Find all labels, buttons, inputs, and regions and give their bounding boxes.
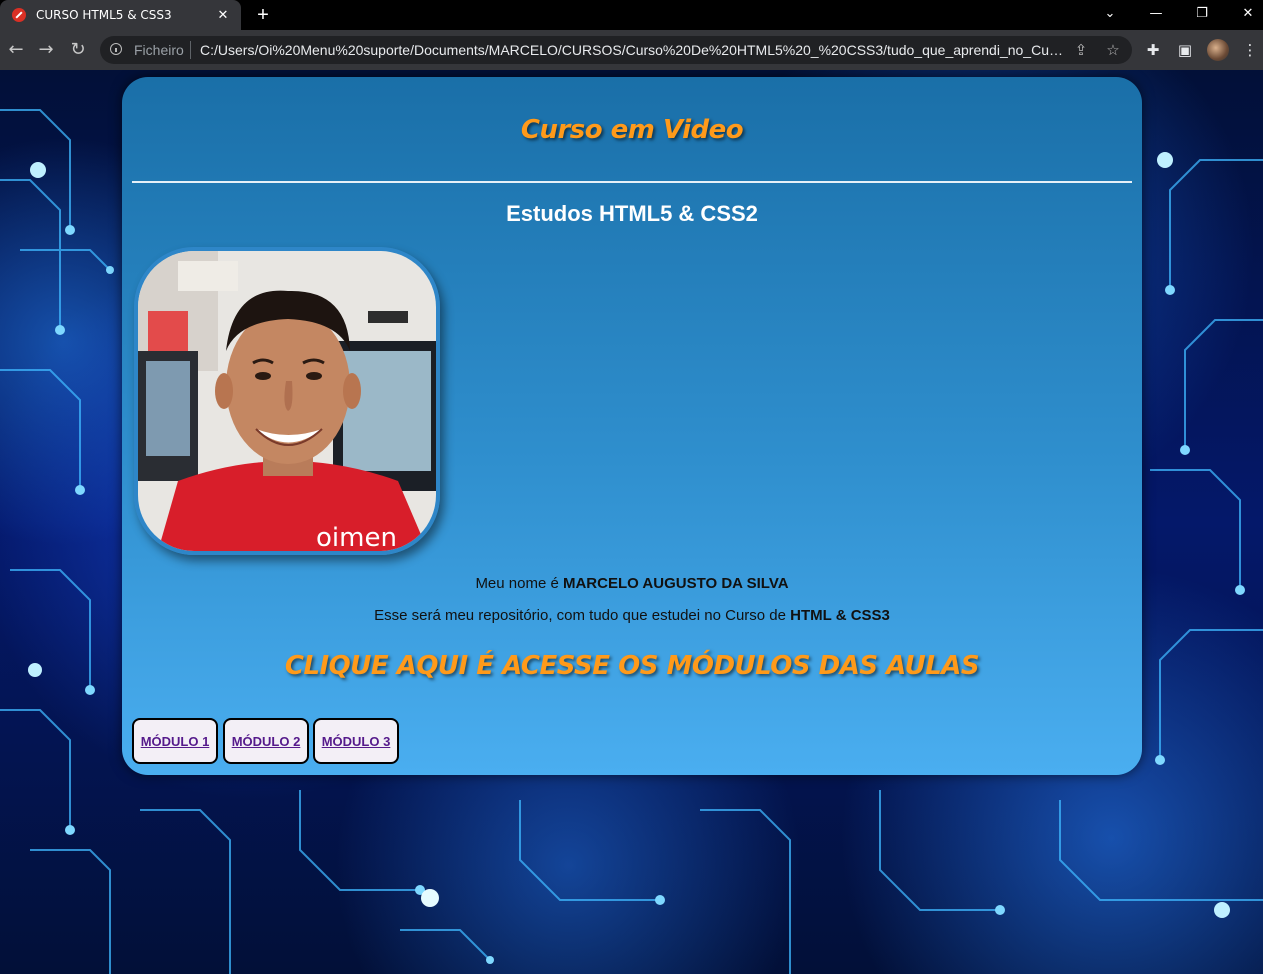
close-tab-icon[interactable]: ✕ [214, 6, 232, 24]
page-viewport: Curso em Video Estudos HTML5 & CSS2 oime… [0, 70, 1263, 974]
content-card: Curso em Video Estudos HTML5 & CSS2 oime… [122, 77, 1142, 775]
module-3-link[interactable]: MÓDULO 3 [322, 734, 391, 749]
browser-toolbar: ← → ↻ Ficheiro C:/Users/Oi%20Menu%20supo… [0, 30, 1263, 70]
info-icon[interactable] [110, 43, 122, 55]
repo-prefix: Esse será meu repositório, com tudo que … [374, 607, 791, 624]
photo-caption: oimen [316, 523, 397, 551]
new-tab-button[interactable]: + [252, 4, 274, 26]
module-1-link[interactable]: MÓDULO 1 [141, 734, 210, 749]
minimize-icon[interactable]: — [1133, 0, 1179, 30]
sidepanel-icon[interactable]: ▣ [1174, 39, 1196, 61]
forward-icon[interactable]: → [34, 38, 58, 62]
origin-label: Ficheiro [134, 42, 184, 58]
header-divider [132, 181, 1132, 183]
close-window-icon[interactable]: ✕ [1225, 0, 1263, 30]
brand-title: Curso em Video [520, 115, 744, 145]
repo-line: Esse será meu repositório, com tudo que … [122, 607, 1142, 624]
address-bar[interactable]: Ficheiro C:/Users/Oi%20Menu%20suporte/Do… [100, 36, 1132, 64]
maximize-icon[interactable]: ❐ [1179, 0, 1225, 30]
page-subtitle: Estudos HTML5 & CSS2 [506, 201, 758, 226]
cta-heading: CLIQUE AQUI É ACESSE OS MÓDULOS DAS AULA… [284, 651, 980, 681]
module-2-button[interactable]: MÓDULO 2 [223, 718, 309, 764]
module-1-button[interactable]: MÓDULO 1 [132, 718, 218, 764]
tab-search-icon[interactable]: ⌄ [1087, 0, 1133, 30]
intro-name: MARCELO AUGUSTO DA SILVA [562, 575, 789, 592]
tab-strip: CURSO HTML5 & CSS3 ✕ + ⌄ — ❐ ✕ [0, 0, 1263, 30]
repo-course: HTML & CSS3 [790, 607, 890, 624]
intro-prefix: Meu nome é [475, 575, 563, 592]
back-icon[interactable]: ← [4, 38, 28, 62]
favicon-icon [12, 8, 26, 22]
browser-tab[interactable]: CURSO HTML5 & CSS3 ✕ [0, 0, 241, 30]
menu-icon[interactable]: ⋮ [1239, 39, 1261, 61]
tab-title: CURSO HTML5 & CSS3 [36, 8, 172, 22]
module-3-button[interactable]: MÓDULO 3 [313, 718, 399, 764]
reload-icon[interactable]: ↻ [66, 38, 90, 62]
extensions-icon[interactable]: ✚ [1142, 39, 1164, 61]
module-2-link[interactable]: MÓDULO 2 [232, 734, 301, 749]
profile-photo: oimen [134, 247, 440, 555]
share-icon[interactable]: ⇪ [1071, 40, 1091, 60]
omnibox-separator [190, 41, 191, 59]
url-text[interactable]: C:/Users/Oi%20Menu%20suporte/Documents/M… [200, 42, 1064, 58]
star-icon[interactable]: ☆ [1103, 40, 1123, 60]
profile-icon[interactable] [1207, 39, 1229, 61]
intro-line: Meu nome é MARCELO AUGUSTO DA SILVA [122, 575, 1142, 592]
